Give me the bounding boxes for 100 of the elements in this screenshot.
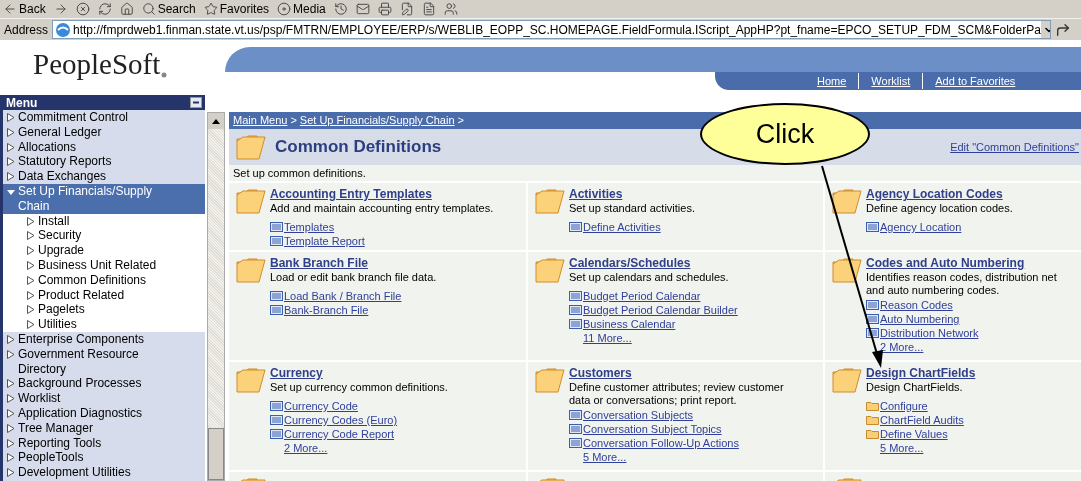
discuss-button[interactable] bbox=[421, 1, 436, 17]
folder-icon bbox=[534, 256, 566, 284]
component-link[interactable]: Define Activities bbox=[569, 220, 695, 234]
section-description: Load or edit bank branch file data. bbox=[270, 271, 437, 284]
menu-item[interactable]: Set Up Financials/Supply Chain bbox=[3, 184, 205, 214]
page-icon bbox=[569, 291, 582, 301]
section-title-link[interactable]: Design ChartFields bbox=[866, 366, 976, 381]
page-icon bbox=[569, 424, 582, 434]
section-title-link[interactable]: Accounting Entry Templates bbox=[270, 187, 494, 202]
component-link[interactable]: Currency Code bbox=[270, 399, 448, 413]
folder-icon bbox=[866, 415, 879, 425]
component-link[interactable]: Budget Period Calendar bbox=[569, 289, 738, 303]
page-title: Common Definitions bbox=[275, 136, 442, 159]
folder-icon bbox=[534, 187, 566, 215]
folder-icon bbox=[866, 429, 879, 439]
expanded-icon[interactable] bbox=[7, 188, 15, 196]
nav-link[interactable]: Add to Favorites bbox=[922, 72, 1028, 90]
history-button[interactable] bbox=[333, 1, 348, 17]
section-title-link[interactable]: Agency Location Codes bbox=[866, 187, 1013, 202]
folder-icon bbox=[235, 366, 267, 394]
section-title-link[interactable]: Codes and Auto Numbering bbox=[866, 256, 1057, 271]
go-icon[interactable] bbox=[1055, 21, 1071, 38]
more-link[interactable]: 11 More... bbox=[583, 331, 738, 345]
messenger-button[interactable] bbox=[443, 1, 458, 17]
home-button[interactable] bbox=[119, 1, 134, 17]
print-button[interactable] bbox=[377, 1, 392, 17]
section-title-link[interactable]: Bank Branch File bbox=[270, 256, 437, 271]
edit-button[interactable] bbox=[399, 1, 414, 17]
menu-item[interactable]: Upgrade bbox=[3, 243, 205, 258]
scroll-up-icon[interactable] bbox=[212, 118, 220, 124]
document-icon bbox=[421, 2, 436, 16]
menu-item[interactable]: Pagelets bbox=[3, 302, 205, 318]
component-link[interactable]: Templates bbox=[270, 220, 494, 234]
component-link[interactable]: Configure bbox=[866, 399, 976, 413]
scrollbar-thumb[interactable] bbox=[208, 428, 224, 480]
search-button[interactable]: Search bbox=[141, 1, 196, 17]
component-link[interactable]: Template Report bbox=[270, 234, 494, 248]
back-button[interactable]: Back bbox=[3, 1, 46, 17]
component-link[interactable]: Business Calendar bbox=[569, 317, 738, 331]
page-icon bbox=[270, 429, 283, 439]
component-link[interactable]: Currency Code Report bbox=[270, 427, 448, 441]
collapse-icon[interactable] bbox=[190, 97, 202, 108]
section-description: Set up calendars and schedules. bbox=[569, 271, 730, 284]
section-description: Identifies reason codes, distribution net bbox=[866, 271, 1057, 284]
page-icon bbox=[866, 222, 879, 232]
nav-link[interactable]: Home bbox=[805, 72, 859, 90]
folder-icon bbox=[866, 401, 879, 411]
nav-link[interactable]: Worklist bbox=[858, 72, 923, 90]
component-link[interactable]: Load Bank / Branch File bbox=[270, 289, 437, 303]
component-link[interactable]: Bank-Branch File bbox=[270, 303, 437, 317]
component-link[interactable]: Define Values bbox=[866, 427, 976, 441]
section-title-link[interactable]: Currency bbox=[270, 366, 448, 381]
page-icon bbox=[569, 438, 582, 448]
stop-button[interactable] bbox=[75, 1, 90, 17]
star-icon bbox=[203, 2, 218, 16]
component-link[interactable]: Auto Numbering bbox=[866, 312, 1057, 326]
page-icon bbox=[569, 410, 582, 420]
component-link[interactable]: Reason Codes bbox=[866, 298, 1057, 312]
edit-page-link[interactable]: Edit "Common Definitions" bbox=[946, 138, 1079, 156]
menu-item[interactable]: Security bbox=[3, 228, 205, 244]
breadcrumb-link[interactable]: Main Menu bbox=[233, 112, 288, 129]
folder-icon bbox=[235, 256, 267, 284]
folder-icon bbox=[235, 133, 267, 161]
component-link[interactable]: Distribution Network bbox=[866, 326, 1057, 340]
more-link[interactable]: 2 More... bbox=[284, 441, 448, 455]
menu-header: Menu bbox=[3, 95, 205, 110]
component-link[interactable]: Conversation Follow-Up Actions bbox=[569, 436, 784, 450]
component-link[interactable]: Conversation Subject Topics bbox=[569, 422, 784, 436]
people-icon bbox=[443, 2, 458, 16]
page-description: Set up common definitions. bbox=[229, 165, 1081, 181]
search-icon bbox=[141, 2, 156, 16]
page-icon bbox=[270, 236, 283, 246]
page-icon bbox=[270, 401, 283, 411]
favorites-button[interactable]: Favorites bbox=[203, 1, 270, 17]
page-icon bbox=[270, 305, 283, 315]
section-title-link[interactable]: Customers bbox=[569, 366, 784, 381]
refresh-icon bbox=[97, 2, 112, 16]
forward-icon bbox=[53, 2, 68, 16]
section-description: Design ChartFields. bbox=[866, 381, 964, 394]
address-field[interactable]: http://fmprdweb1.finman.state.vt.us/psp/FMTRN/EMPLOYEE/ERP/s/WEBLIB_EOPP_SC.HOMEPAGE.FieldFormula.IScript_AppHP?pt_fname=EPCO_SETUP_FDM_SCM&FolderPa bbox=[52, 20, 1051, 39]
history-icon bbox=[333, 2, 348, 16]
refresh-button[interactable] bbox=[97, 1, 112, 17]
component-link[interactable]: Budget Period Calendar Builder bbox=[569, 303, 738, 317]
breadcrumb-link[interactable]: Set Up Financials/Supply Chain bbox=[299, 112, 455, 129]
more-link[interactable]: 2 More... bbox=[880, 340, 1057, 354]
page-globe-icon bbox=[55, 21, 72, 38]
section-title-link[interactable]: Calendars/Schedules bbox=[569, 256, 738, 271]
more-link[interactable]: 5 More... bbox=[583, 450, 784, 464]
component-link[interactable]: Conversation Subjects bbox=[569, 408, 784, 422]
component-link[interactable]: ChartField Audits bbox=[866, 413, 976, 427]
media-button[interactable]: Media bbox=[277, 1, 326, 17]
component-link[interactable]: Currency Codes (Euro) bbox=[270, 413, 448, 427]
menu-item[interactable]: Utilities bbox=[3, 317, 205, 332]
component-link[interactable]: Agency Location bbox=[866, 220, 1013, 234]
mail-button[interactable] bbox=[355, 1, 370, 17]
menu-scrollbar[interactable] bbox=[207, 112, 225, 481]
section-title-link[interactable]: Activities bbox=[569, 187, 695, 202]
folder-icon bbox=[831, 256, 863, 284]
more-link[interactable]: 5 More... bbox=[880, 441, 976, 455]
folder-icon bbox=[831, 366, 863, 394]
